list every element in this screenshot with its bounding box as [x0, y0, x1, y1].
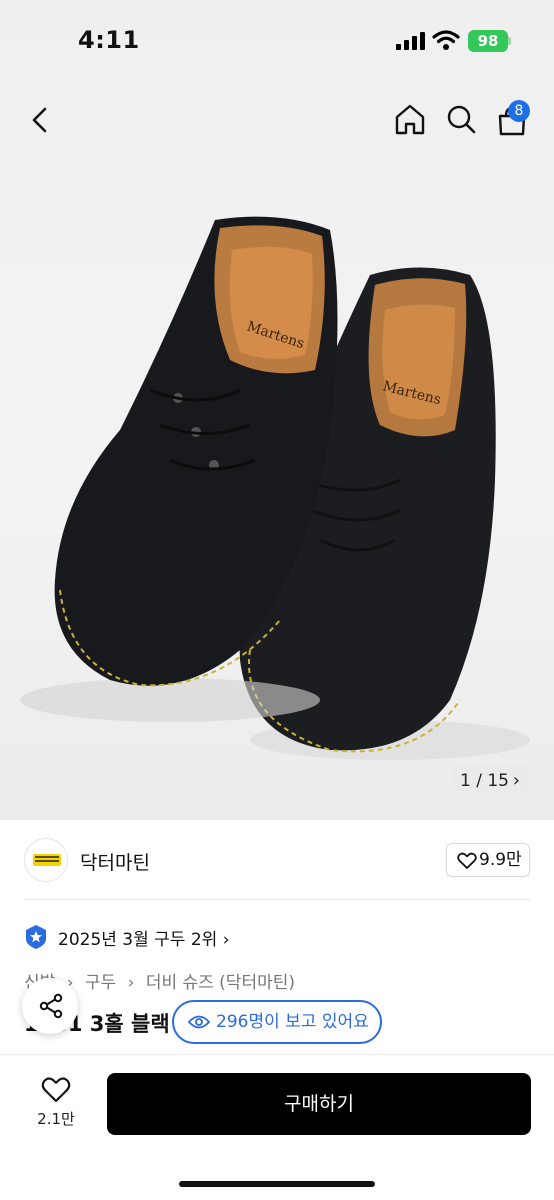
back-icon: [32, 107, 47, 133]
status-bar: 4:11 98: [0, 0, 554, 80]
breadcrumb-item[interactable]: 더비 슈즈 (닥터마틴): [146, 973, 295, 993]
image-counter-chevron: ›: [512, 770, 520, 791]
home-indicator: [179, 1181, 375, 1187]
brand-like-button[interactable]: 9.9만: [446, 843, 530, 877]
share-icon: [39, 993, 63, 1019]
eye-icon: [188, 1015, 210, 1029]
search-button[interactable]: [442, 100, 482, 140]
brand-name[interactable]: 닥터마틴: [80, 848, 150, 875]
battery-indicator: 98: [468, 30, 508, 52]
cellular-signal-icon: [396, 32, 425, 50]
brand-logo-image: [33, 854, 61, 866]
share-button[interactable]: [22, 978, 78, 1034]
back-button[interactable]: [22, 100, 58, 140]
image-counter-text: 1 / 15: [460, 771, 509, 791]
heart-icon: [41, 1077, 71, 1103]
ranking-label: 2025년 3월 구두 2위: [58, 930, 218, 950]
image-counter[interactable]: 1 / 15 ›: [452, 764, 530, 798]
home-icon: [395, 104, 425, 135]
product-photo-shoes: Martens Martens: [20, 216, 530, 760]
viewers-pill: 296명이 보고 있어요: [172, 1000, 382, 1044]
brand-logo[interactable]: [24, 838, 68, 882]
wishlist-count: 2.1만: [37, 1110, 75, 1128]
brand-like-count: 9.9만: [479, 850, 522, 870]
wishlist-button[interactable]: 2.1만: [26, 1072, 86, 1134]
search-icon: [447, 105, 476, 134]
breadcrumb-item[interactable]: 구두: [85, 973, 116, 993]
home-button[interactable]: [390, 100, 430, 140]
ranking-chevron: ›: [222, 930, 230, 950]
wifi-icon: [432, 30, 460, 50]
viewers-text: 296명이 보고 있어요: [216, 1012, 369, 1032]
buy-button[interactable]: 구매하기: [107, 1073, 531, 1135]
ranking-text: 2025년 3월 구두 2위 ›: [58, 925, 230, 950]
ranking-star-icon: [26, 925, 46, 949]
battery-tip: [508, 37, 511, 45]
breadcrumb-separator: ›: [127, 973, 135, 993]
section-divider: [24, 899, 530, 900]
heart-icon: [457, 852, 477, 869]
cart-count-badge: 8: [508, 100, 530, 122]
status-time: 4:11: [78, 26, 140, 54]
